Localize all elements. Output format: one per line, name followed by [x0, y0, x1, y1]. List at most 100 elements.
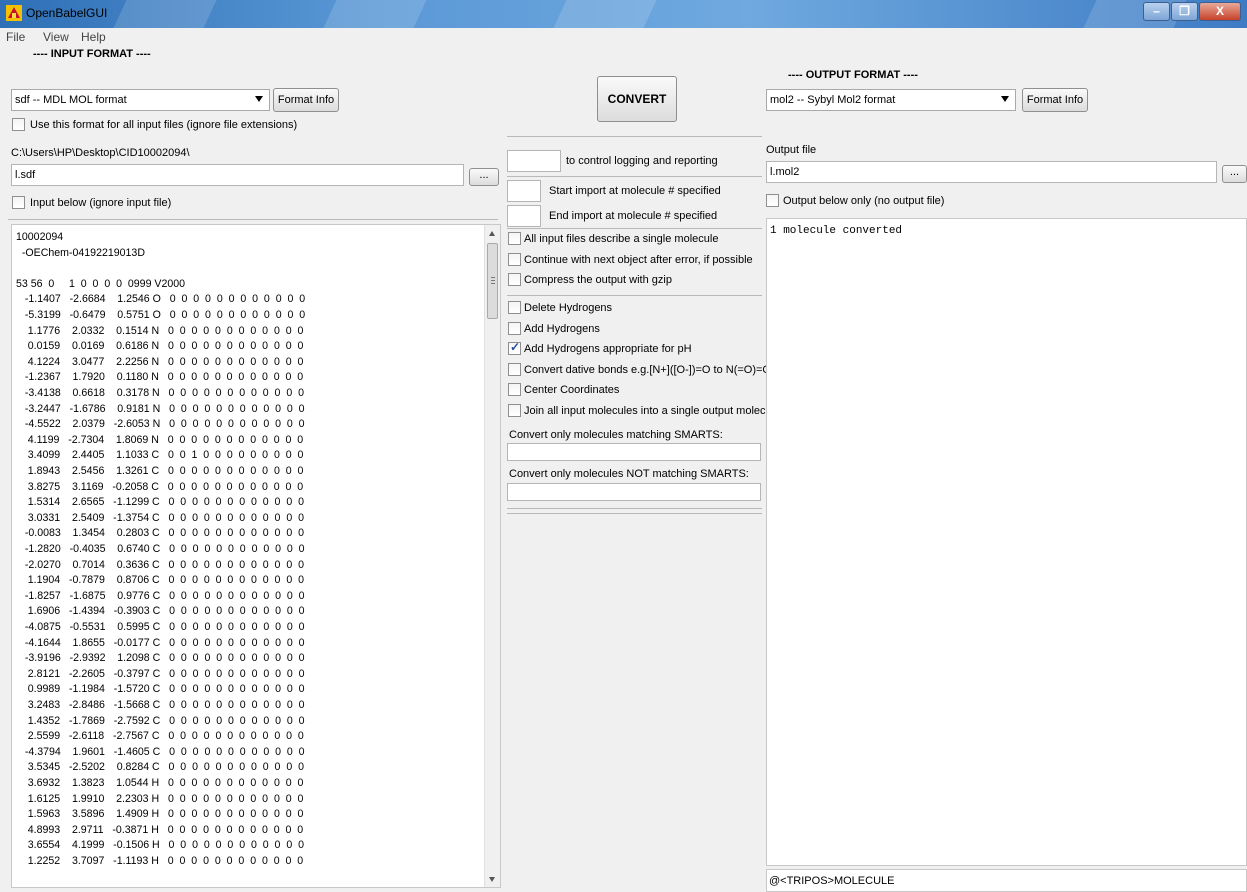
input-text-line: -3.9196 -2.9392 1.2098 C 0 0 0 0 0 0 0 0…	[16, 652, 305, 665]
input-format-value: sdf -- MDL MOL format	[15, 94, 127, 106]
output-file-label: Output file	[766, 144, 817, 156]
logging-label: to control logging and reporting	[566, 155, 718, 167]
minimize-icon[interactable]: –	[1143, 2, 1170, 21]
end-import-label: End import at molecule # specified	[549, 210, 718, 222]
input-text-line: -1.8257 -1.6875 0.9776 C 0 0 0 0 0 0 0 0…	[16, 589, 305, 602]
input-text-line: 1.5314 2.6565 -1.1299 C 0 0 0 0 0 0 0 0 …	[16, 496, 304, 509]
option-checkbox[interactable]	[508, 362, 521, 376]
input-text-line: 4.1199 -2.7304 1.8069 N 0 0 0 0 0 0 0 0 …	[16, 433, 304, 446]
output-text-area[interactable]: @<TRIPOS>MOLECULE	[766, 869, 1247, 892]
output-file-field[interactable]: l.mol2	[766, 161, 1217, 183]
menu-file[interactable]: File	[6, 30, 25, 44]
menu-bar: File View Help	[0, 28, 1247, 46]
input-text-line: 3.4099 2.4405 1.1033 C 0 0 1 0 0 0 0 0 0…	[16, 449, 304, 462]
output-format-select[interactable]: mol2 -- Sybyl Mol2 format	[766, 89, 1016, 111]
input-text-line: -1.2367 1.7920 0.1180 N 0 0 0 0 0 0 0 0 …	[16, 371, 304, 384]
option-checkbox[interactable]	[508, 340, 521, 355]
input-text-line: 1.8943 2.5456 1.3261 C 0 0 0 0 0 0 0 0 0…	[16, 465, 304, 477]
input-text-line: -3.4138 0.6618 0.3178 N 0 0 0 0 0 0 0 0 …	[16, 387, 304, 399]
input-text-line: 4.1224 3.0477 2.2256 N 0 0 0 0 0 0 0 0 0…	[16, 355, 304, 368]
option-checkbox[interactable]	[508, 232, 521, 245]
convert-button[interactable]: CONVERT	[597, 76, 677, 122]
input-text-area[interactable]: 10002094 -OEChem-04192219013D 53 56 0 1 0…	[11, 224, 501, 888]
input-below-label: Input below (ignore input file)	[30, 197, 172, 209]
option-label: Compress the output with gzip	[524, 274, 672, 286]
option-label: Delete Hydrogens	[524, 302, 613, 314]
close-icon[interactable]: X	[1199, 2, 1241, 21]
input-scroll-thumb[interactable]	[487, 243, 498, 319]
input-text-line: 3.8275 3.1169 -0.2058 C 0 0 0 0 0 0 0 0 …	[16, 480, 304, 493]
input-directory-label: C:\Users\HP\Desktop\CID10002094\	[11, 147, 190, 159]
option-checkbox[interactable]	[508, 403, 521, 417]
not-smarts-label: Convert only molecules NOT matching SMAR…	[509, 468, 749, 480]
input-text-line: 3.0331 2.5409 -1.3754 C 0 0 0 0 0 0 0 0 …	[16, 511, 304, 524]
option-checkbox[interactable]	[508, 273, 521, 286]
openbabel-app-icon	[6, 5, 22, 21]
input-text-line: 3.5345 -2.5202 0.8284 C 0 0 0 0 0 0 0 0 …	[16, 761, 304, 774]
start-import-field[interactable]	[507, 180, 541, 202]
input-text-line: 2.8121 -2.2605 -0.3797 C 0 0 0 0 0 0 0 0…	[16, 667, 305, 680]
restore-icon[interactable]: ❐	[1171, 2, 1198, 21]
option-label: Center Coordinates	[524, 384, 620, 396]
input-text-line: -3.2447 -1.6786 0.9181 N 0 0 0 0 0 0 0 0…	[16, 402, 305, 415]
input-text-line: 0.0159 0.0169 0.6186 N 0 0 0 0 0 0 0 0 0…	[16, 340, 304, 353]
input-text-line: 1.2252 3.7097 -1.1193 H 0 0 0 0 0 0 0 0 …	[16, 855, 304, 867]
input-text-line: 1.4352 -1.7869 -2.7592 C 0 0 0 0 0 0 0 0…	[16, 714, 305, 727]
output-browse-button[interactable]: ...	[1222, 165, 1247, 183]
input-text-line: 0.9989 -1.1984 -1.5720 C 0 0 0 0 0 0 0 0…	[16, 683, 305, 696]
start-import-label: Start import at molecule # specified	[549, 185, 721, 197]
output-message-area[interactable]: 1 molecule converted	[766, 218, 1247, 866]
output-below-only-label: Output below only (no output file)	[783, 195, 945, 207]
option-label: Join all input molecules into a single o…	[524, 404, 781, 417]
input-text-line: 2.5599 -2.6118 -2.7567 C 0 0 0 0 0 0 0 0…	[16, 730, 304, 743]
input-scrollbar[interactable]	[484, 225, 500, 887]
option-checkbox[interactable]	[508, 321, 521, 335]
end-import-field[interactable]	[507, 205, 541, 227]
scroll-down-icon[interactable]	[489, 877, 495, 882]
input-text-line: 3.2483 -2.8486 -1.5668 C 0 0 0 0 0 0 0 0…	[16, 699, 305, 711]
option-checkbox[interactable]	[508, 383, 521, 396]
output-below-only-checkbox[interactable]	[766, 194, 779, 207]
input-below-checkbox[interactable]	[12, 196, 25, 209]
input-text-line: 53 56 0 1 0 0 0 0 0999 V2000	[16, 277, 186, 290]
option-label: Add Hydrogens appropriate for pH	[524, 343, 692, 355]
input-format-select[interactable]: sdf -- MDL MOL format	[11, 89, 270, 111]
input-text-line: 3.6554 4.1999 -0.1506 H 0 0 0 0 0 0 0 0 …	[16, 839, 304, 852]
input-text-line: -2.0270 0.7014 0.3636 C 0 0 0 0 0 0 0 0 …	[16, 558, 304, 571]
input-browse-button[interactable]: ...	[469, 168, 499, 186]
option-label: All input files describe a single molecu…	[524, 233, 719, 245]
output-file-value: l.mol2	[770, 166, 800, 178]
chevron-down-icon	[1001, 96, 1009, 102]
input-text-line: 1.1904 -0.7879 0.8706 C 0 0 0 0 0 0 0 0 …	[16, 574, 304, 587]
input-text-line: -1.1407 -2.6684 1.2546 O 0 0 0 0 0 0 0 0…	[16, 293, 306, 306]
input-text-line: -1.2820 -0.4035 0.6740 C 0 0 0 0 0 0 0 0…	[16, 543, 305, 555]
output-format-value: mol2 -- Sybyl Mol2 format	[770, 94, 896, 106]
input-file-field[interactable]: l.sdf	[11, 164, 464, 186]
input-text-line: -4.1644 1.8655 -0.0177 C 0 0 0 0 0 0 0 0…	[16, 636, 305, 649]
input-text-line: -4.3794 1.9601 -1.4605 C 0 0 0 0 0 0 0 0…	[16, 745, 305, 758]
logging-field[interactable]	[507, 150, 561, 172]
input-text-line: 3.6932 1.3823 1.0544 H 0 0 0 0 0 0 0 0 0…	[16, 777, 304, 789]
title-bar: OpenBabelGUI – ❐ X	[0, 0, 1247, 28]
input-format-info-button[interactable]: Format Info	[273, 88, 339, 112]
input-text-line: 1.6125 1.9910 2.2303 H 0 0 0 0 0 0 0 0 0…	[16, 792, 304, 805]
input-text-line: -OEChem-04192219013D	[16, 246, 145, 259]
chevron-down-icon	[255, 96, 263, 102]
input-text-line: 10002094	[16, 231, 64, 243]
smarts-field[interactable]	[507, 443, 761, 461]
menu-help[interactable]: Help	[81, 30, 106, 44]
output-format-info-button[interactable]: Format Info	[1022, 88, 1088, 112]
input-text-line: -4.0875 -0.5531 0.5995 C 0 0 0 0 0 0 0 0…	[16, 621, 305, 633]
output-format-header: ---- OUTPUT FORMAT ----	[788, 69, 918, 81]
option-checkbox[interactable]	[508, 301, 521, 314]
input-text-line: -5.3199 -0.6479 0.5751 O 0 0 0 0 0 0 0 0…	[16, 309, 306, 321]
input-text-line: 1.1776 2.0332 0.1514 N 0 0 0 0 0 0 0 0 0…	[16, 324, 304, 337]
input-text-line: -4.5522 2.0379 -2.6053 N 0 0 0 0 0 0 0 0…	[16, 418, 305, 431]
scroll-up-icon[interactable]	[489, 231, 495, 236]
option-checkbox[interactable]	[508, 252, 521, 266]
input-text-line: -0.0083 1.3454 0.2803 C 0 0 0 0 0 0 0 0 …	[16, 527, 304, 540]
use-format-all-checkbox[interactable]	[12, 118, 25, 131]
menu-view[interactable]: View	[43, 30, 69, 44]
not-smarts-field[interactable]	[507, 483, 761, 501]
option-label: Convert dative bonds e.g.[N+]([O-])=O to…	[524, 363, 771, 376]
